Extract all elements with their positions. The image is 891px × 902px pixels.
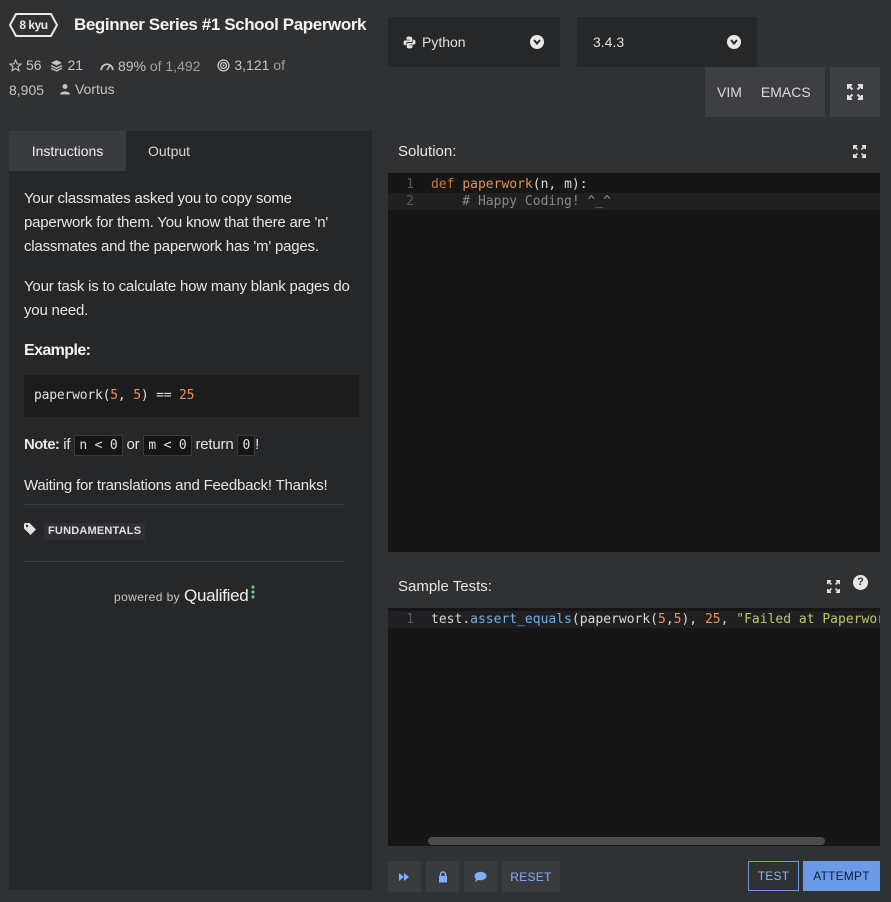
attempt-button[interactable]: ATTEMPT bbox=[803, 861, 880, 891]
fullscreen-button[interactable] bbox=[830, 67, 880, 117]
user-icon bbox=[59, 83, 70, 94]
rank-label: 8 kyu bbox=[19, 18, 48, 32]
target-icon bbox=[217, 58, 230, 72]
kata-stats: 56 21 89% of 1,492 3,121 of 8,905 Vortus bbox=[9, 54, 309, 101]
python-icon bbox=[403, 36, 416, 48]
completed-stat: 3,121 of bbox=[217, 54, 285, 76]
unlock-solutions-button[interactable] bbox=[426, 861, 459, 892]
tag-fundamentals[interactable]: FUNDAMENTALS bbox=[44, 523, 146, 540]
help-icon[interactable]: ? bbox=[853, 575, 868, 590]
fast-forward-icon bbox=[399, 872, 409, 881]
qualified-logo: Qualified bbox=[184, 586, 249, 605]
expand-icon bbox=[847, 84, 863, 100]
layers-icon bbox=[51, 59, 63, 72]
chevron-down-icon bbox=[727, 35, 741, 49]
language-value: Python bbox=[422, 34, 466, 50]
satisfaction-votes: of 1,492 bbox=[149, 57, 201, 74]
author-link[interactable]: Vortus bbox=[59, 78, 115, 100]
inline-code: n < 0 bbox=[74, 435, 123, 456]
author-name: Vortus bbox=[74, 80, 115, 97]
emacs-mode-button[interactable]: EMACS bbox=[742, 84, 811, 100]
tab-instructions[interactable]: Instructions bbox=[9, 131, 126, 171]
tag-icon bbox=[24, 523, 36, 535]
note-label: Note: bbox=[24, 436, 60, 453]
expand-icon[interactable] bbox=[853, 145, 866, 158]
collections-stat[interactable]: 21 bbox=[50, 54, 83, 76]
sample-tests-editor[interactable]: Sample Tests: ? 1 test.assert_equals(pape… bbox=[388, 566, 880, 846]
description-paragraph: Your classmates asked you to copy some p… bbox=[24, 190, 329, 255]
chat-icon bbox=[474, 871, 487, 882]
description-panel: Instructions Output Your classmates aske… bbox=[9, 131, 372, 890]
discuss-button[interactable] bbox=[464, 861, 497, 892]
solution-code[interactable]: 1 def paperwork(n, m): 2 # Happy Coding! … bbox=[388, 176, 880, 210]
horizontal-scrollbar[interactable] bbox=[428, 837, 825, 845]
language-select[interactable]: Python bbox=[388, 17, 560, 67]
satisfaction-rating: 89% bbox=[117, 57, 146, 74]
code-line: 1 def paperwork(n, m): bbox=[406, 177, 588, 192]
completed-count: 3,121 bbox=[234, 57, 270, 73]
description-paragraph: Your task is to calculate how many blank… bbox=[24, 278, 350, 319]
qualified-dots-icon bbox=[251, 585, 256, 599]
sample-tests-label: Sample Tests: bbox=[398, 578, 492, 595]
inline-code: 0 bbox=[237, 435, 256, 456]
sample-tests-header: Sample Tests: ? bbox=[388, 566, 880, 608]
powered-by-label: powered by bbox=[114, 590, 181, 604]
vim-mode-button[interactable]: VIM bbox=[705, 84, 742, 100]
powered-by-qualified[interactable]: powered by Qualified bbox=[114, 585, 256, 606]
star-icon bbox=[9, 58, 22, 72]
divider bbox=[24, 504, 344, 505]
chevron-down-icon bbox=[530, 35, 544, 49]
code-line: 2 # Happy Coding! ^_^ bbox=[388, 193, 880, 210]
satisfaction-stat: 89% of 1,492 bbox=[100, 55, 201, 77]
code-line: 1 test.assert_equals(paperwork(5,5), 25, … bbox=[388, 611, 880, 628]
description-paragraph: Waiting for translations and Feedback! T… bbox=[24, 477, 328, 494]
rank-badge: 8 kyu bbox=[9, 13, 58, 37]
divider bbox=[24, 561, 344, 562]
completed-of: of bbox=[273, 57, 285, 73]
stars-count: 56 bbox=[26, 57, 42, 73]
gauge-icon bbox=[100, 62, 114, 70]
lock-icon bbox=[438, 870, 447, 882]
expand-icon[interactable] bbox=[827, 580, 840, 593]
skip-button[interactable] bbox=[388, 861, 421, 892]
kata-title: Beginner Series #1 School Paperwork bbox=[74, 15, 367, 34]
example-code-block: paperwork(5, 5) == 25 bbox=[24, 375, 359, 417]
stars-stat[interactable]: 56 bbox=[9, 54, 42, 76]
sample-tests-code[interactable]: 1 test.assert_equals(paperwork(5,5), 25, … bbox=[388, 611, 880, 628]
test-button[interactable]: TEST bbox=[748, 861, 799, 891]
note-paragraph: Note: if n < 0 or m < 0 return 0! bbox=[24, 433, 359, 458]
solution-editor[interactable]: Solution: 1 def paperwork(n, m): 2 # Happ… bbox=[388, 131, 880, 552]
inline-code: m < 0 bbox=[143, 435, 192, 456]
kata-description: Your classmates asked you to copy some p… bbox=[24, 187, 359, 514]
solution-header: Solution: bbox=[388, 131, 880, 173]
solution-label: Solution: bbox=[398, 143, 457, 160]
collections-count: 21 bbox=[67, 57, 84, 73]
reset-button[interactable]: RESET bbox=[502, 861, 560, 892]
panel-tabs: Instructions Output bbox=[9, 131, 190, 171]
version-value: 3.4.3 bbox=[593, 34, 625, 50]
version-select[interactable]: 3.4.3 bbox=[577, 17, 757, 67]
tab-output[interactable]: Output bbox=[126, 131, 190, 171]
example-heading: Example: bbox=[24, 342, 91, 359]
editor-mode-group: VIM EMACS bbox=[705, 67, 825, 117]
completed-total: 8,905 bbox=[9, 81, 45, 98]
